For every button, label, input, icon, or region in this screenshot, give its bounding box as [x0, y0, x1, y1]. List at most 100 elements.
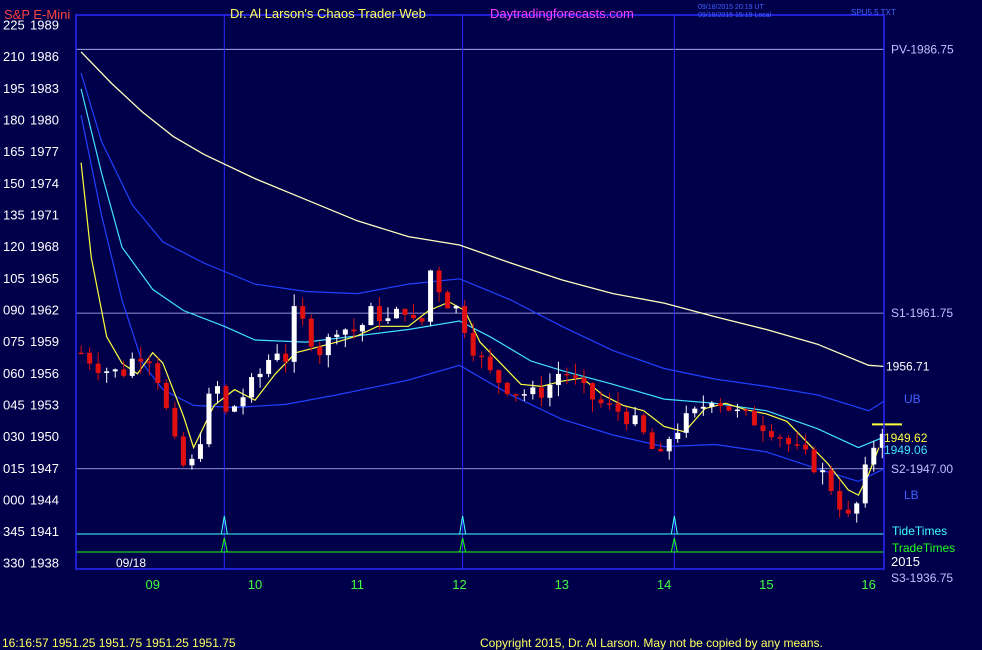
header-stamp-2: 09/18/2015 15:19 Local	[698, 12, 772, 19]
x-tick-label: 13	[555, 577, 569, 592]
candle-body	[700, 406, 706, 409]
candle-body	[206, 393, 212, 445]
candle-body	[555, 373, 561, 385]
footer-quote: 16:16:57 1951.25 1951.75 1951.25 1951.75	[2, 636, 236, 650]
y-tick-left: 030	[3, 429, 25, 444]
candle-body	[445, 292, 451, 309]
candle-body	[104, 371, 110, 373]
y-tick-left: 345	[3, 524, 25, 539]
candle-body	[547, 384, 553, 398]
value-label: 1956.71	[886, 359, 930, 373]
header-badge: SPU5 5 TXT	[851, 8, 896, 17]
tide-times-label: TideTimes	[892, 524, 947, 538]
candle-body	[283, 353, 289, 362]
candle-body	[325, 336, 331, 356]
candle-body	[470, 332, 476, 356]
candle-body	[692, 408, 698, 414]
candle-body	[521, 394, 527, 396]
candle-body	[658, 448, 664, 452]
y-tick-right: 1947	[30, 461, 59, 476]
candle-body	[300, 306, 306, 319]
y-tick-right: 1953	[30, 397, 59, 412]
lower-band-label: LB	[904, 488, 919, 502]
x-tick-label: 16	[861, 577, 875, 592]
candle-body	[428, 270, 434, 322]
candle-body	[146, 361, 152, 364]
candle-body	[726, 406, 732, 411]
y-tick-right: 1965	[30, 271, 59, 286]
chart-canvas: 225 1989210 1986195 1983180 1980165 1977150 19…	[2, 4, 955, 650]
candle-body	[368, 306, 374, 326]
candle-body	[709, 403, 715, 407]
candle-body	[402, 308, 408, 315]
candle-body	[734, 409, 740, 412]
x-tick-label: 15	[759, 577, 773, 592]
candle-body	[675, 432, 681, 439]
candle-body	[751, 410, 757, 426]
candle-body	[598, 399, 604, 404]
y-tick-left: 060	[3, 366, 25, 381]
candle-body	[624, 411, 630, 425]
candle-body	[837, 490, 843, 510]
candle-body	[240, 397, 246, 407]
upper-band-line	[80, 72, 885, 412]
candle-body	[436, 270, 442, 293]
candle-body	[564, 373, 570, 376]
x-tick-label: 12	[452, 577, 466, 592]
candle-body	[291, 306, 297, 362]
candle-body	[112, 369, 118, 372]
candle-body	[487, 356, 493, 371]
candle-body	[163, 382, 169, 408]
candle-body	[479, 355, 485, 358]
level-label: S2-1947.00	[891, 462, 953, 476]
y-tick-right: 1962	[30, 302, 59, 317]
value-label: 1949.06	[884, 443, 928, 457]
candle-body	[666, 438, 672, 452]
y-tick-left: 075	[3, 334, 25, 349]
candle-body	[504, 382, 510, 395]
y-tick-right: 1974	[30, 176, 59, 191]
candle-body	[649, 432, 655, 449]
candle-body	[274, 353, 280, 360]
year-label: 2015	[891, 554, 920, 569]
candle-body	[453, 306, 459, 309]
candle-body	[172, 407, 178, 437]
candle-body	[155, 363, 161, 383]
y-tick-left: 195	[3, 81, 25, 96]
y-tick-right: 1977	[30, 144, 59, 159]
header-symbol: S&P E-Mini	[4, 7, 70, 22]
candle-body	[121, 369, 127, 376]
slow-average-line	[80, 51, 885, 368]
candle-body	[530, 387, 536, 395]
y-tick-left: 150	[3, 176, 25, 191]
candle-body	[359, 325, 365, 332]
candle-body	[538, 387, 544, 398]
candle-body	[862, 464, 868, 504]
candle-body	[393, 308, 399, 319]
candle-body	[232, 406, 238, 412]
candle-body	[615, 403, 621, 412]
y-tick-right: 1944	[30, 492, 59, 507]
candle-body	[871, 447, 877, 465]
y-tick-left: 330	[3, 556, 25, 571]
candle-body	[223, 386, 229, 412]
candle-body	[632, 415, 638, 425]
header-site: Daytradingforecasts.com	[490, 6, 634, 21]
candle-body	[641, 415, 647, 433]
upper-band-label: UB	[904, 392, 921, 406]
y-tick-left: 045	[3, 397, 25, 412]
candle-body	[385, 318, 391, 321]
candle-body	[803, 444, 809, 450]
y-tick-left: 000	[3, 492, 25, 507]
candle-body	[854, 503, 860, 514]
candle-body	[828, 470, 834, 491]
candle-body	[794, 444, 800, 446]
candle-body	[607, 403, 613, 405]
x-tick-label: 14	[657, 577, 671, 592]
candle-body	[411, 314, 417, 319]
candle-body	[78, 352, 84, 355]
y-tick-left: 180	[3, 113, 25, 128]
y-tick-left: 105	[3, 271, 25, 286]
candle-body	[214, 386, 220, 394]
y-tick-left: 015	[3, 461, 25, 476]
